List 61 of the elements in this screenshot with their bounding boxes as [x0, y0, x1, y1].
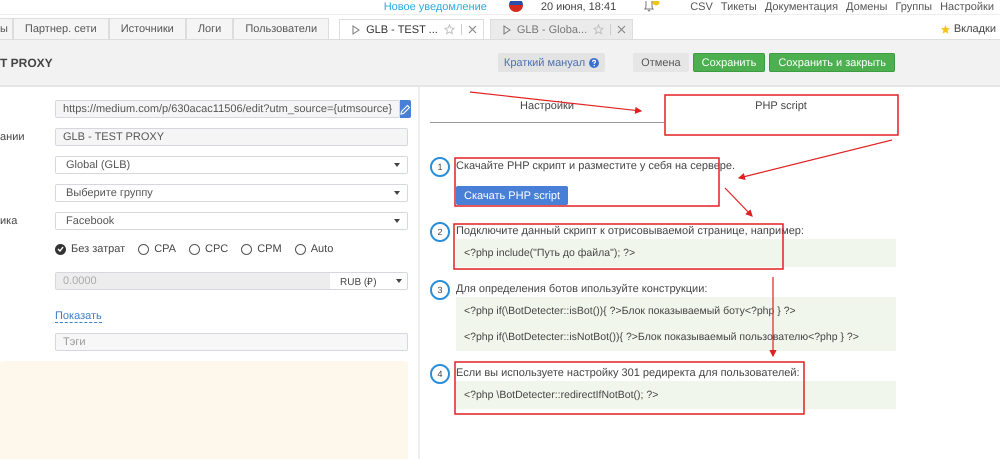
- open-tab[interactable]: GLB - TEST ...: [339, 19, 484, 39]
- radio-option[interactable]: CPA: [138, 243, 176, 255]
- manual-button[interactable]: Краткий мануал: [498, 53, 606, 72]
- code-line: <?php \BotDetecter::redirectIfNotBot(); ?>: [464, 388, 660, 402]
- menu-link[interactable]: Группы: [895, 1, 932, 13]
- tags-field[interactable]: Тэги: [55, 333, 408, 351]
- radio-option[interactable]: Без затрат: [55, 243, 126, 255]
- menu-link[interactable]: Домены: [846, 1, 888, 13]
- bell-icon[interactable]: [644, 1, 660, 13]
- select-field[interactable]: Facebook: [55, 212, 408, 230]
- menu-link[interactable]: Документация: [764, 1, 838, 13]
- flag-icon[interactable]: [508, 1, 523, 13]
- field-label: ании: [0, 131, 24, 143]
- menu-link[interactable]: Настройки: [940, 1, 994, 13]
- nav-tab[interactable]: Пользователи: [233, 18, 330, 39]
- date-text: 20 июня, 18:41: [540, 1, 616, 13]
- caret-icon: [394, 219, 400, 223]
- help-icon: [589, 58, 600, 68]
- star-icon[interactable]: [444, 24, 455, 35]
- tab-title: GLB - TEST ...: [366, 24, 438, 36]
- nav-tab[interactable]: Логи: [186, 18, 234, 39]
- radio-option[interactable]: CPM: [241, 243, 282, 255]
- nav-tab[interactable]: Источники: [108, 18, 186, 39]
- menu-link[interactable]: CSV: [690, 1, 713, 13]
- close-icon[interactable]: [617, 25, 626, 34]
- menu-link[interactable]: Тикеты: [720, 1, 757, 13]
- pencil-icon: [400, 104, 412, 114]
- play-icon: [352, 24, 360, 34]
- caret-icon: [394, 163, 400, 167]
- radio-option[interactable]: CPC: [189, 243, 228, 255]
- field-label: ика: [0, 215, 18, 227]
- play-icon: [502, 24, 511, 34]
- step-text: Для определения ботов ипользуйте конструкции:: [456, 283, 708, 295]
- tab-title: GLB - Globa...: [516, 24, 588, 36]
- step-number: 3: [430, 280, 450, 300]
- nav-tab[interactable]: ы: [0, 18, 13, 39]
- code-line: <?php include("Путь до файла"); ?>: [464, 246, 636, 260]
- step-number: 1: [430, 157, 450, 177]
- bookmarks-button[interactable]: Вкладки: [940, 19, 1000, 39]
- select-field[interactable]: Выберите группу: [55, 184, 408, 202]
- star-icon: [940, 24, 951, 34]
- cancel-button[interactable]: Отмена: [633, 53, 689, 72]
- radio-option[interactable]: Auto: [294, 243, 334, 255]
- select-field[interactable]: Global (GLB): [55, 156, 408, 174]
- open-tab[interactable]: GLB - Globa...: [490, 19, 634, 39]
- star-icon[interactable]: [593, 24, 604, 35]
- panel-tab[interactable]: Настройки: [430, 93, 664, 123]
- close-icon[interactable]: [468, 25, 477, 34]
- annotation-arrow: [724, 188, 753, 217]
- step-number: 2: [430, 222, 450, 242]
- download-button[interactable]: Скачать PHP script: [456, 186, 568, 205]
- caret-icon: [394, 191, 400, 195]
- name-field[interactable]: GLB - TEST PROXY: [55, 128, 408, 146]
- panel-tab[interactable]: PHP script: [664, 93, 898, 123]
- show-link[interactable]: Показать: [55, 310, 102, 322]
- url-field[interactable]: https://medium.com/p/630acac11506/edit?utm_source={utmsource}: [55, 100, 400, 118]
- step-number: 4: [430, 364, 450, 384]
- nav-tab[interactable]: Партнер. сети: [12, 18, 109, 39]
- step-text: Если вы используете настройку 301 редиректа для пользователей:: [456, 367, 801, 379]
- page-title: T PROXY: [0, 56, 53, 70]
- edit-button[interactable]: [400, 100, 412, 118]
